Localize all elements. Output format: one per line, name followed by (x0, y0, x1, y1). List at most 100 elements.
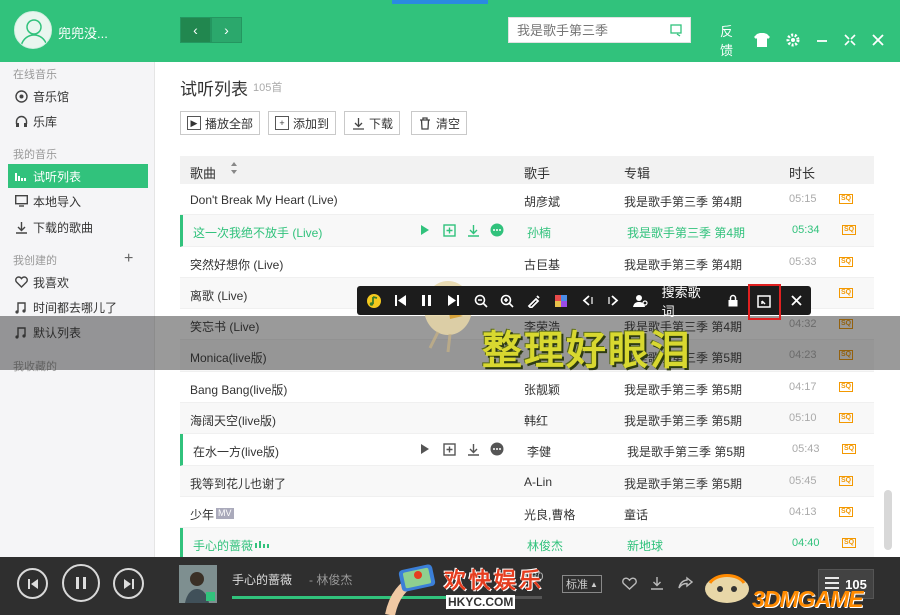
heart-icon[interactable] (620, 574, 638, 592)
sidebar-item-trial-list[interactable]: 试听列表 (8, 164, 148, 188)
next-button[interactable] (113, 568, 144, 599)
table-row[interactable]: 少年 MV 光良,曹格 童话 04:13 SQ (180, 497, 874, 529)
table-row[interactable]: 这一次我绝不放手 (Live) 孙楠 我是歌手第三季 第4期 05:34 SQ (180, 215, 874, 247)
album-name[interactable]: 我是歌手第三季 第5期 (627, 443, 745, 460)
table-row[interactable]: 在水一方(live版) 李健 我是歌手第三季 第5期 05:43 SQ (180, 434, 874, 466)
mv-badge[interactable]: MV (212, 506, 234, 520)
sidebar-item-favorites[interactable]: 我喜欢 (8, 270, 148, 294)
add-icon[interactable] (441, 222, 457, 238)
lyric-window-mode-icon[interactable] (747, 283, 782, 320)
table-row[interactable]: 突然好想你 (Live) 古巨基 我是歌手第三季 第4期 05:33 SQ (180, 247, 874, 278)
gear-icon[interactable] (786, 33, 800, 47)
lyric-forward-icon[interactable] (602, 289, 626, 313)
sidebar-item-local-import[interactable]: 本地导入 (8, 189, 148, 213)
lock-icon[interactable] (721, 289, 745, 313)
table-row[interactable]: Bang Bang(live版) 张靓颖 我是歌手第三季 第5期 04:17 SQ (180, 372, 874, 404)
download-icon[interactable] (465, 441, 481, 457)
artist-name[interactable]: 张靓颖 (524, 381, 560, 398)
song-title[interactable]: 少年 (190, 506, 214, 523)
album-name[interactable]: 新地球 (627, 537, 663, 554)
clear-button[interactable]: 清空 (411, 111, 468, 135)
close-icon[interactable] (784, 289, 808, 313)
song-title[interactable]: 这一次我绝不放手 (Live) (193, 224, 322, 241)
add-to-button[interactable]: + 添加到 (268, 111, 337, 135)
skin-icon[interactable] (754, 33, 770, 47)
search-button[interactable] (664, 18, 690, 42)
album-name[interactable]: 我是歌手第三季 第5期 (624, 381, 742, 398)
close-icon[interactable] (872, 34, 884, 46)
table-row[interactable]: 我等到花儿也谢了 A-Lin 我是歌手第三季 第5期 05:45 SQ (180, 465, 874, 497)
table-row[interactable]: Don't Break My Heart (Live) 胡彦斌 我是歌手第三季 第4… (180, 184, 874, 216)
sidebar-item-library[interactable]: 乐库 (8, 109, 148, 133)
pause-button[interactable] (62, 564, 100, 602)
username[interactable]: 兜兜没... (58, 23, 108, 42)
table-row[interactable]: 海阔天空(live版) 韩红 我是歌手第三季 第5期 05:10 SQ (180, 403, 874, 435)
artist-name[interactable]: 光良,曹格 (524, 506, 575, 523)
zoom-out-icon[interactable] (469, 289, 493, 313)
artist-name[interactable]: 林俊杰 (527, 537, 563, 554)
album-name[interactable]: 我是歌手第三季 第5期 (624, 475, 742, 492)
table-row[interactable]: 手心的蔷薇 林俊杰 新地球 04:40 SQ (180, 528, 874, 560)
share-icon[interactable] (676, 574, 694, 592)
play-icon[interactable] (417, 441, 433, 457)
download-icon[interactable] (465, 222, 481, 238)
song-title[interactable]: 我等到花儿也谢了 (190, 475, 286, 492)
sidebar-item-downloads[interactable]: 下载的歌曲 (8, 215, 148, 239)
album-name[interactable]: 童话 (624, 506, 648, 523)
next-icon[interactable] (442, 289, 466, 313)
artist-name[interactable]: 古巨基 (524, 256, 560, 273)
song-title[interactable]: 手心的蔷薇 (193, 537, 253, 554)
previous-icon[interactable] (389, 289, 413, 313)
add-icon[interactable] (441, 441, 457, 457)
search-input[interactable] (509, 18, 659, 42)
album-name[interactable]: 我是歌手第三季 第4期 (624, 256, 742, 273)
album-name[interactable]: 我是歌手第三季 第4期 (627, 224, 745, 241)
scrollbar[interactable] (884, 490, 892, 550)
minimize-icon[interactable] (816, 34, 828, 46)
qq-music-icon[interactable] (362, 289, 386, 313)
quality-button[interactable]: 标准 ▲ (562, 575, 602, 593)
text-style-icon[interactable] (522, 289, 546, 313)
mini-mode-icon[interactable] (844, 34, 856, 46)
song-title[interactable]: 离歌 (Live) (190, 287, 247, 304)
column-duration[interactable]: 时长 (789, 163, 815, 182)
download-button[interactable]: 下载 (344, 111, 401, 135)
now-playing-title[interactable]: 手心的蔷薇 (232, 571, 292, 588)
song-title[interactable]: 海阔天空(live版) (190, 412, 276, 429)
song-title[interactable]: Bang Bang(live版) (190, 381, 287, 398)
color-palette-icon[interactable] (549, 289, 573, 313)
forward-button[interactable]: › (211, 17, 242, 43)
artist-name[interactable]: 李健 (527, 443, 551, 460)
artist-name[interactable]: A-Lin (524, 475, 552, 489)
back-button[interactable]: ‹ (180, 17, 211, 43)
more-icon[interactable] (489, 441, 505, 457)
pause-icon[interactable] (415, 289, 439, 313)
add-playlist-button[interactable]: + (124, 250, 133, 268)
play-icon[interactable] (417, 222, 433, 238)
column-song[interactable]: 歌曲 (190, 163, 216, 182)
album-name[interactable]: 我是歌手第三季 第5期 (624, 412, 742, 429)
play-all-button[interactable]: ▶ 播放全部 (180, 111, 261, 135)
album-name[interactable]: 我是歌手第三季 第4期 (624, 193, 742, 210)
feedback-link[interactable]: 反馈 (720, 21, 738, 59)
artist-name[interactable]: 胡彦斌 (524, 193, 560, 210)
song-title[interactable]: 突然好想你 (Live) (190, 256, 283, 273)
artist-name[interactable]: 韩红 (524, 412, 548, 429)
song-title[interactable]: 在水一方(live版) (193, 443, 279, 460)
zoom-in-icon[interactable] (495, 289, 519, 313)
sort-icon[interactable] (230, 161, 238, 178)
previous-button[interactable] (17, 568, 48, 599)
more-icon[interactable] (489, 222, 505, 238)
download-icon[interactable] (648, 574, 666, 592)
lyric-back-icon[interactable] (576, 289, 600, 313)
column-album[interactable]: 专辑 (624, 163, 650, 182)
search-lyrics-button[interactable]: 搜索歌词 (662, 282, 713, 320)
user-settings-icon[interactable] (629, 289, 653, 313)
artist-name[interactable]: 孙楠 (527, 224, 551, 241)
album-cover[interactable] (179, 565, 217, 603)
avatar[interactable] (14, 11, 52, 49)
now-playing-artist[interactable]: - 林俊杰 (309, 571, 352, 588)
sidebar-item-music-hall[interactable]: 音乐馆 (8, 84, 148, 108)
song-title[interactable]: Don't Break My Heart (Live) (190, 193, 338, 207)
column-artist[interactable]: 歌手 (524, 163, 550, 182)
